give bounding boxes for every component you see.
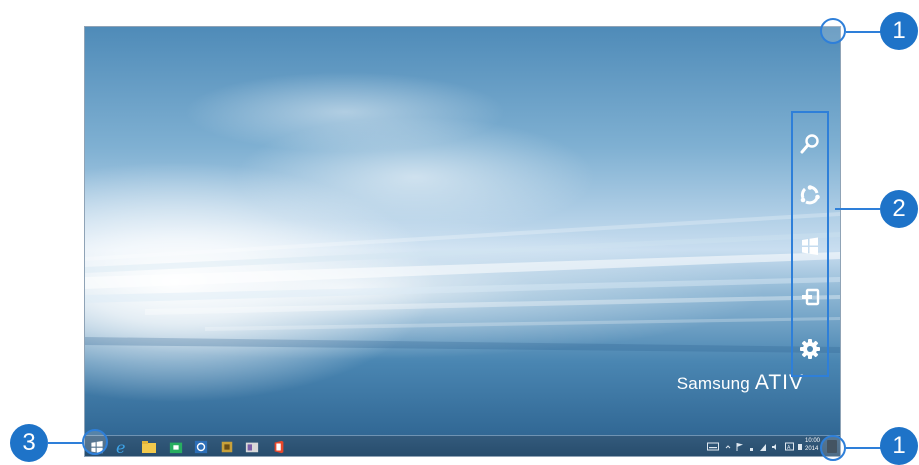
settings-charm[interactable]	[795, 334, 825, 364]
svg-text:e: e	[116, 439, 125, 455]
language-icon[interactable]: A	[785, 442, 794, 452]
callout-badge-1-bottom: 1	[880, 427, 918, 465]
brand-name: Samsung	[676, 374, 750, 393]
keyboard-icon[interactable]	[707, 442, 719, 452]
internet-explorer-icon: e	[116, 439, 125, 455]
taskbar-app-office[interactable]	[271, 439, 287, 455]
taskbar: e A 10:00 2014	[85, 435, 840, 456]
taskbar-app-file-explorer[interactable]	[141, 439, 157, 455]
devices-icon	[802, 288, 820, 306]
signal-icon[interactable]	[759, 442, 767, 452]
charms-bar	[791, 111, 829, 377]
taskbar-app-internet-explorer[interactable]: e	[114, 439, 130, 455]
callout-leader-3	[47, 442, 83, 444]
svg-text:A: A	[787, 445, 791, 451]
app-icon	[194, 440, 208, 454]
page: Samsung ATIV e A 10:00 2014 1 2 3 1	[0, 0, 919, 465]
callout-badge-3: 3	[10, 424, 48, 462]
desktop-screen: Samsung ATIV e A 10:00 2014	[84, 26, 841, 457]
start-charm[interactable]	[795, 231, 825, 261]
gear-icon	[800, 339, 820, 359]
office-icon	[274, 440, 284, 454]
share-icon	[800, 185, 820, 205]
taskbar-app-2[interactable]	[219, 439, 235, 455]
callout-leader-1-top	[846, 31, 882, 33]
callout-badge-1-top: 1	[880, 12, 918, 50]
taskbar-app-3[interactable]	[244, 439, 260, 455]
notification-icon[interactable]	[797, 442, 803, 452]
windows-logo-icon	[802, 237, 818, 255]
brand-logo: Samsung ATIV	[677, 371, 804, 395]
share-charm[interactable]	[795, 180, 825, 210]
search-charm[interactable]	[795, 129, 825, 159]
taskbar-app-1[interactable]	[193, 439, 209, 455]
chevron-up-icon[interactable]	[725, 442, 731, 452]
network-icon[interactable]	[749, 442, 755, 452]
app-icon	[245, 442, 259, 453]
bottom-right-corner-highlight	[820, 435, 846, 461]
flag-icon[interactable]	[736, 442, 744, 452]
callout-badge-2: 2	[880, 190, 918, 228]
top-right-corner-highlight	[820, 18, 846, 44]
callout-leader-1-bottom	[846, 447, 882, 449]
start-button-highlight	[82, 429, 108, 455]
app-icon	[221, 441, 233, 453]
callout-leader-2	[835, 208, 880, 210]
volume-icon[interactable]	[771, 442, 779, 452]
search-icon	[800, 134, 819, 154]
store-icon	[169, 442, 183, 454]
taskbar-app-store[interactable]	[168, 439, 184, 455]
file-explorer-icon	[142, 441, 156, 453]
devices-charm[interactable]	[795, 282, 825, 312]
